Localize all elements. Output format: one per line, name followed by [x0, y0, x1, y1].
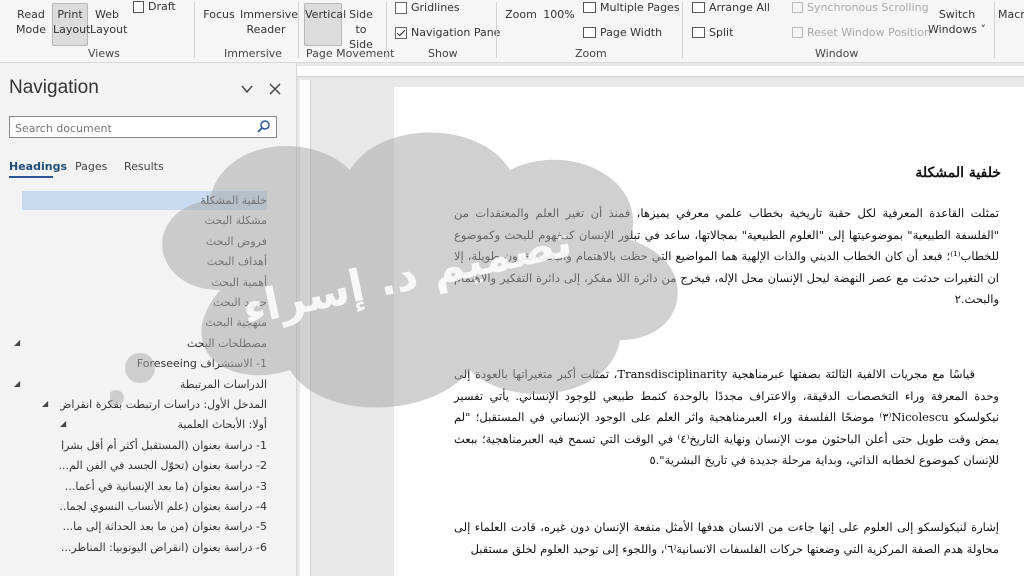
heading-item[interactable]: 1- دراسة بعنوان (المستقبل أكثر أم أقل بش…: [60, 436, 267, 455]
focus-button[interactable]: Focus: [202, 7, 236, 22]
navigation-title: Navigation: [9, 77, 99, 98]
arrange-all-button[interactable]: Arrange All: [692, 1, 770, 14]
search-input[interactable]: [10, 118, 250, 139]
checkbox-checked-icon: [395, 26, 407, 39]
heading-item[interactable]: المدخل الأول: دراسات ارتبطت بفكرة انقراض…: [60, 395, 267, 414]
heading-item[interactable]: حدود البحث: [60, 293, 267, 312]
heading-item[interactable]: خلفية المشكلة: [22, 191, 267, 210]
draft-icon: [133, 0, 144, 13]
heading-item[interactable]: 3- دراسة بعنوان (ما بعد الإنسانية في أعم…: [60, 477, 267, 496]
split-button[interactable]: Split: [692, 26, 733, 39]
heading-item[interactable]: الدراسات المرتبطة: [60, 375, 267, 394]
multiple-pages-icon: [583, 2, 596, 13]
sync-scrolling-icon: [792, 2, 803, 13]
group-label-views: Views: [88, 47, 120, 60]
synchronous-scrolling-button[interactable]: Synchronous Scrolling: [792, 1, 929, 14]
page-width-icon: [583, 27, 596, 38]
reset-position-icon: [792, 27, 803, 38]
heading-item[interactable]: أهمية البحث: [60, 273, 267, 292]
split-icon: [692, 27, 705, 38]
group-separator: [682, 2, 683, 58]
tab-results[interactable]: Results: [124, 160, 164, 173]
vertical-ruler[interactable]: [300, 80, 311, 576]
search-icon[interactable]: [256, 119, 272, 139]
search-document-box: [9, 116, 277, 139]
heading-item[interactable]: 4- دراسة بعنوان (علم الأنساب النسوي لجما…: [60, 497, 267, 516]
zoom-button[interactable]: Zoom: [504, 7, 538, 22]
vertical-button[interactable]: Vertical: [304, 3, 346, 46]
active-tab-indicator: [9, 176, 53, 178]
draft-button[interactable]: Draft: [133, 0, 176, 13]
document-heading: خلفية المشكلة: [915, 165, 1001, 181]
heading-item[interactable]: أهداف البحث: [60, 252, 267, 271]
horizontal-ruler[interactable]: [297, 66, 1024, 77]
group-label-zoom: Zoom: [575, 47, 607, 60]
immersive-reader-button[interactable]: Immersive Reader: [240, 7, 298, 37]
collapse-triangle-icon[interactable]: ◢: [14, 379, 20, 388]
heading-item[interactable]: 6- دراسة بعنوان (انقراض اليوتوبيا: المنا…: [60, 538, 267, 557]
heading-item[interactable]: فروض البحث: [60, 232, 267, 251]
checkbox-unchecked-icon: [395, 1, 407, 14]
tab-pages[interactable]: Pages: [75, 160, 107, 173]
page-width-button[interactable]: Page Width: [583, 26, 662, 39]
group-label-immersive: Immersive: [224, 47, 283, 60]
heading-item[interactable]: منهجية البحث: [60, 313, 267, 332]
arrange-all-icon: [692, 2, 705, 13]
group-separator: [298, 2, 299, 58]
heading-item[interactable]: أولا: الأبحاث العلمية: [60, 415, 267, 434]
heading-item[interactable]: مصطلحات البحث: [60, 334, 267, 353]
web-layout-button[interactable]: Web Layout: [90, 7, 127, 37]
tab-headings[interactable]: Headings: [9, 160, 67, 173]
macros-button[interactable]: Macr: [998, 7, 1024, 22]
chevron-down-icon[interactable]: [240, 81, 254, 95]
side-to-side-button[interactable]: Side to Side: [344, 7, 378, 52]
ribbon-view-tab: Read Mode Print Layout Web Layout Draft …: [0, 0, 1024, 63]
group-separator: [386, 2, 387, 58]
multiple-pages-button[interactable]: Multiple Pages: [583, 1, 680, 14]
group-label-window: Window: [815, 47, 859, 60]
group-separator: [994, 2, 995, 58]
heading-item[interactable]: مشكلة البحث: [60, 211, 267, 230]
reset-window-position-button[interactable]: Reset Window Position: [792, 26, 931, 39]
navigation-pane-checkbox[interactable]: Navigation Pane: [395, 26, 500, 39]
read-mode-button[interactable]: Read Mode: [14, 7, 48, 37]
navigation-pane: Navigation Headings Pages Results خلفية …: [0, 63, 297, 576]
document-page[interactable]: خلفية المشكلة تمثلت القاعدة المعرفية لكل…: [394, 87, 1024, 576]
group-separator: [496, 2, 497, 58]
switch-windows-button[interactable]: Switch Windows ˅: [926, 7, 988, 37]
collapse-triangle-icon[interactable]: ◢: [42, 399, 48, 408]
group-label-page-movement: Page Movement: [306, 47, 395, 60]
heading-item[interactable]: 5- دراسة بعنوان (من ما بعد الحداثة إلى م…: [60, 517, 267, 536]
document-paragraph-2: قياسًا مع مجريات الالفية الثالثة بصفتها …: [454, 367, 999, 467]
print-layout-button[interactable]: Print Layout: [52, 3, 90, 46]
zoom-100-button[interactable]: 100%: [543, 7, 575, 22]
group-label-show: Show: [428, 47, 458, 60]
heading-item[interactable]: 1- الاستشراف Foreseeing: [60, 354, 267, 373]
group-separator: [194, 2, 195, 58]
heading-item[interactable]: 2- دراسة بعنوان (تحوّل الجسد في الفن الم…: [60, 456, 267, 475]
collapse-triangle-icon[interactable]: ◢: [14, 338, 20, 347]
collapse-triangle-icon[interactable]: ◢: [60, 419, 66, 428]
document-paragraph-3: إشارة لنيكولسكو إلى العلوم على إنها جاءت…: [454, 520, 999, 556]
gridlines-checkbox[interactable]: Gridlines: [395, 1, 460, 14]
document-paragraph-1: تمثلت القاعدة المعرفية لكل حقبة تاريخية …: [454, 206, 999, 306]
close-icon[interactable]: [268, 81, 282, 95]
